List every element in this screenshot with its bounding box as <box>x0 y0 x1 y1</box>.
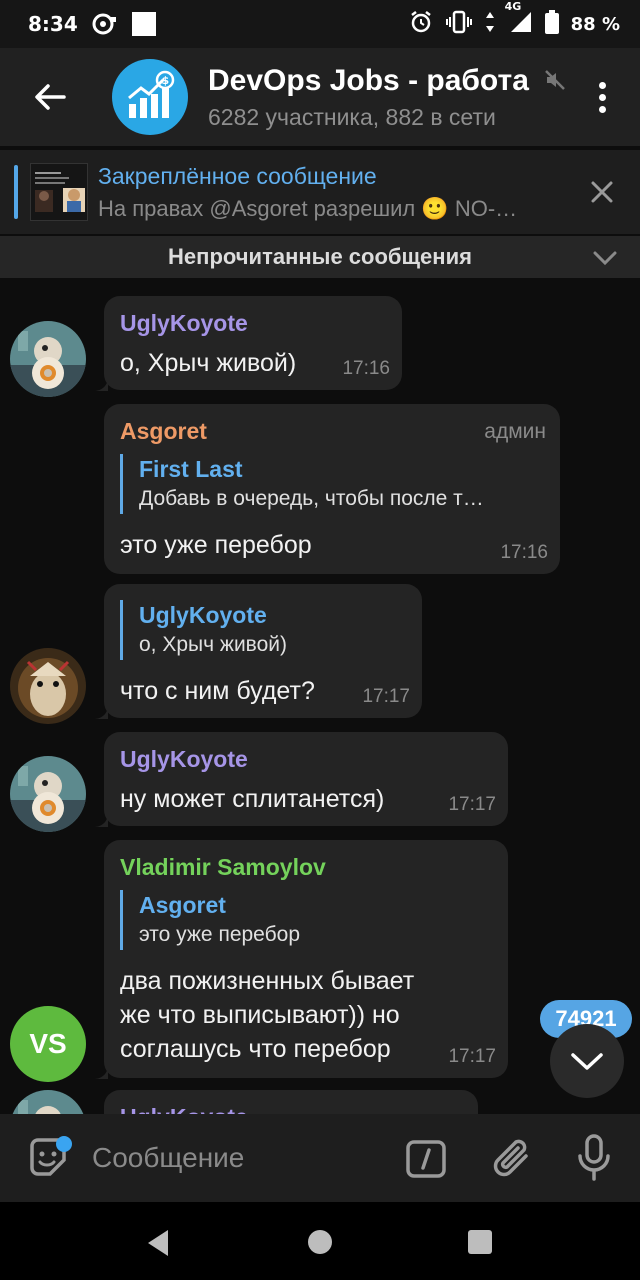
system-navigation-bar <box>0 1202 640 1280</box>
status-right: 4G 88 % <box>409 0 620 39</box>
avatar-uglykoyote[interactable] <box>10 321 86 397</box>
microphone-icon <box>578 1134 610 1181</box>
sync-icon <box>92 13 118 35</box>
more-vert-dot <box>598 105 606 113</box>
message-bubble[interactable]: UglyKoyote о, Хрыч живой) 17:16 <box>104 296 402 390</box>
reply-text: Добавь в очередь, чтобы после т… <box>139 487 484 510</box>
bubble-tail <box>94 704 108 719</box>
battery-level: 88 % <box>570 13 620 35</box>
pinned-message-bar[interactable]: Закреплённое сообщение На правах @Asgore… <box>0 150 640 234</box>
chat-subtitle: 6282 участника, 882 в сети <box>208 103 496 130</box>
message-time: 17:16 <box>342 358 390 379</box>
reply-quote[interactable]: First Last Добавь в очередь, чтобы после… <box>120 454 544 514</box>
chevron-down-icon <box>571 1053 603 1070</box>
back-arrow-icon <box>35 84 66 110</box>
unread-divider: Непрочитанные сообщения <box>0 236 640 278</box>
paperclip-icon <box>493 1139 528 1177</box>
avatar-user[interactable] <box>10 648 86 724</box>
chat-info[interactable]: DevOps Jobs - работа 6282 участника, 882… <box>208 64 538 131</box>
more-vert-icon <box>598 81 606 89</box>
sender-name[interactable]: Asgoret <box>120 418 207 445</box>
message-bubble[interactable]: UglyKoyote <box>104 1090 478 1114</box>
message-text-line: два пожизненных бывает <box>120 967 415 995</box>
pinned-indicator <box>14 165 18 219</box>
slash-command-icon <box>406 1140 446 1178</box>
bubble-tail <box>94 812 108 827</box>
chat-header: $ DevOps Jobs - работа 6282 участника, 8… <box>0 48 640 146</box>
notification-square-icon <box>131 12 156 36</box>
sender-name[interactable]: Vladimir Samoylov <box>120 854 326 881</box>
chat-title: DevOps Jobs - работа <box>208 63 529 97</box>
message-text: ну может сплитанется) <box>120 785 385 813</box>
message-bubble[interactable]: UglyKoyote о, Хрыч живой) что с ним буде… <box>104 584 422 718</box>
nav-home-button[interactable] <box>308 1230 332 1254</box>
network-type: 4G <box>504 0 522 13</box>
more-vert-dot <box>598 93 606 101</box>
sender-name[interactable]: UglyKoyote <box>120 1104 248 1114</box>
alarm-icon <box>409 10 433 39</box>
reply-author: First Last <box>139 456 243 482</box>
message-text-line: соглашусь что перебор <box>120 1035 391 1063</box>
message-bubble[interactable]: Vladimir Samoylov Asgoret это уже перебо… <box>104 840 508 1078</box>
avatar-uglykoyote[interactable] <box>10 756 86 832</box>
message-text: это уже перебор <box>120 531 312 559</box>
message-time: 17:16 <box>500 542 548 563</box>
close-icon <box>591 181 613 203</box>
avatar-initials: VS <box>29 1028 67 1059</box>
data-arrows-icon <box>485 11 495 38</box>
message-time: 17:17 <box>448 1046 496 1067</box>
bubble-tail <box>94 1064 108 1079</box>
signal-icon: 4G <box>505 0 533 39</box>
avatar-uglykoyote[interactable] <box>10 1090 86 1114</box>
message-input[interactable] <box>92 1138 382 1178</box>
nav-back-button[interactable] <box>144 1228 172 1262</box>
message-text: о, Хрыч живой) <box>120 349 297 377</box>
reply-text: это уже перебор <box>139 923 301 946</box>
bubble-tail <box>94 376 108 391</box>
vibrate-icon <box>445 10 473 39</box>
sender-name[interactable]: UglyKoyote <box>120 310 248 337</box>
avatar-vladimir[interactable]: VS <box>10 1006 86 1082</box>
more-options-button[interactable] <box>590 77 614 117</box>
nav-recents-button[interactable] <box>468 1230 492 1254</box>
bot-commands-button[interactable] <box>406 1140 446 1178</box>
chat-avatar[interactable]: $ <box>112 59 188 135</box>
battery-icon <box>544 9 559 39</box>
pinned-title: Закреплённое сообщение <box>98 162 377 189</box>
admin-badge: админ <box>484 420 546 443</box>
reply-quote[interactable]: Asgoret это уже перебор <box>120 890 492 950</box>
reply-quote[interactable]: UglyKoyote о, Хрыч живой) <box>120 600 406 660</box>
message-bubble[interactable]: UglyKoyote ну может сплитанется) 17:17 <box>104 732 508 826</box>
voice-message-button[interactable] <box>574 1134 614 1182</box>
pinned-thumbnail <box>30 163 88 221</box>
chart-dollar-icon: $ <box>128 70 175 118</box>
sender-name[interactable]: UglyKoyote <box>120 746 248 773</box>
message-text-line: же что выписывают)) но <box>120 1001 400 1029</box>
reply-text: о, Хрыч живой) <box>139 633 288 656</box>
muted-icon <box>544 69 566 95</box>
message-time: 17:17 <box>448 794 496 815</box>
reply-author: UglyKoyote <box>139 602 267 628</box>
chevron-down-icon[interactable] <box>592 246 618 274</box>
triangle-back-icon <box>148 1230 168 1256</box>
message-text: что с ним будет? <box>120 677 315 705</box>
scroll-down-button[interactable] <box>550 1024 624 1098</box>
status-time: 8:34 <box>28 12 78 36</box>
pinned-preview: На правах @Asgoret разрешил 🙂 NO-… <box>98 195 518 221</box>
message-list[interactable]: UglyKoyote о, Хрыч живой) 17:16 Asgoret … <box>0 278 640 1114</box>
pinned-text: Закреплённое сообщение На правах @Asgore… <box>98 163 568 222</box>
attach-button[interactable] <box>492 1136 534 1180</box>
message-time: 17:17 <box>362 686 410 707</box>
close-pinned-button[interactable] <box>586 176 618 208</box>
status-bar: 8:34 4G 88 % <box>0 0 640 48</box>
new-stickers-dot <box>56 1136 72 1152</box>
back-button[interactable] <box>20 67 80 127</box>
reply-author: Asgoret <box>139 892 226 918</box>
unread-label: Непрочитанные сообщения <box>168 244 472 269</box>
message-bubble[interactable]: Asgoret админ First Last Добавь в очеред… <box>104 404 560 574</box>
svg-text:$: $ <box>162 74 170 87</box>
message-input-bar <box>0 1114 640 1202</box>
